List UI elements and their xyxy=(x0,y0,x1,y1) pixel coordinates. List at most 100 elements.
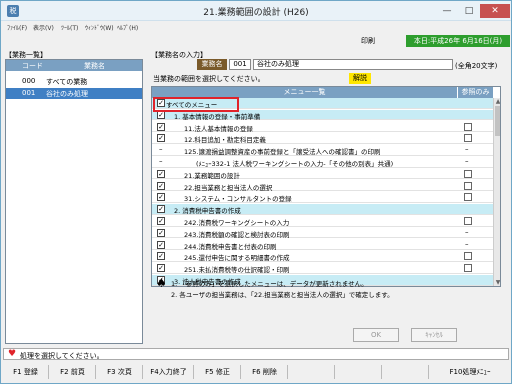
f10-process-menu-button[interactable]: F10処理ﾒﾆｭｰ xyxy=(430,365,510,379)
read-only-checkbox[interactable] xyxy=(464,193,472,202)
f4-input-end-button[interactable]: F4入力終了 xyxy=(144,365,194,379)
menu-row-checkbox[interactable]: ✓ xyxy=(157,264,165,273)
menu-row-checkbox[interactable]: ✓ xyxy=(157,122,165,131)
menu-row[interactable]: ✓ 12.科目追加・勘定科目定義 xyxy=(152,133,493,144)
menu-row[interactable]: ✓ 244.消費税申告書と付表の印刷 – xyxy=(152,240,493,251)
menu-row-label: 11.法人基本情報の登録 xyxy=(184,124,253,133)
read-only-checkbox[interactable] xyxy=(464,169,472,178)
close-button[interactable]: ✕ xyxy=(480,4,510,18)
business-list-header: コード 業務名 xyxy=(6,60,142,71)
business-row-selected[interactable]: 001 谷社のみ処理 xyxy=(6,88,142,99)
menu-window[interactable]: ｳｨﾝﾄﾞｳ(W) xyxy=(85,23,114,32)
annotation-highlight-box xyxy=(153,97,239,112)
menu-help[interactable]: ﾍﾙﾌﾟ(H) xyxy=(117,23,138,32)
menu-tools[interactable]: ﾂｰﾙ(T) xyxy=(61,23,78,32)
f3-next-page-button[interactable]: F3 次頁 xyxy=(97,365,143,379)
business-name-field[interactable]: 谷社のみ処理 xyxy=(253,59,453,70)
cancel-button[interactable]: ｷｬﾝｾﾙ xyxy=(411,328,457,342)
menu-row-label: 245.還付申告に関する明細書の作成 xyxy=(184,254,290,263)
scroll-up-icon[interactable]: ▲ xyxy=(494,98,500,106)
menu-row-checkbox[interactable]: ✓ xyxy=(157,193,165,202)
business-name: すべての業務 xyxy=(46,78,88,86)
menu-row-checkbox[interactable]: ✓ xyxy=(157,181,165,190)
menu-row-disabled-mark: – xyxy=(159,157,163,165)
print-button[interactable]: 印刷 xyxy=(361,36,375,46)
read-only-disabled-mark: – xyxy=(465,157,469,165)
menu-row-checkbox[interactable]: ✓ xyxy=(157,252,165,261)
read-only-checkbox[interactable] xyxy=(464,122,472,131)
menu-row-disabled-mark: – xyxy=(159,145,163,154)
col-ref-header: 参照のみ xyxy=(458,87,493,98)
menu-row-checkbox[interactable]: ✓ xyxy=(157,205,165,214)
f5-edit-button[interactable]: F5 修正 xyxy=(195,365,241,379)
col-name-header: 業務名 xyxy=(84,62,105,70)
f8-button[interactable] xyxy=(336,365,382,379)
business-row[interactable]: 000 すべての業務 xyxy=(6,76,142,87)
menu-row[interactable]: ✓ 11.法人基本情報の登録 xyxy=(152,122,493,133)
scroll-down-icon[interactable]: ▼ xyxy=(494,279,500,286)
char-limit-label: (全角20文字) xyxy=(455,62,498,70)
menu-view[interactable]: 表示(V) xyxy=(33,23,54,32)
scrollbar-thumb[interactable] xyxy=(495,106,500,136)
ok-button[interactable]: OK xyxy=(353,328,399,342)
window-title: 21.業務範囲の設計 (H26) xyxy=(203,8,309,18)
menu-row-label: 21.業務範囲の設計 xyxy=(184,171,240,180)
application-window: 税 21.業務範囲の設計 (H26) — □ ✕ ﾌｧｲﾙ(F) 表示(V) ﾂ… xyxy=(0,0,512,384)
business-code-field[interactable]: 001 xyxy=(229,59,251,70)
menu-row-checkbox[interactable]: ✓ xyxy=(157,217,165,225)
read-only-checkbox[interactable] xyxy=(464,181,472,190)
menu-row-label: 243.消費税額の確認と検討表の印刷 xyxy=(184,230,290,239)
menu-row[interactable]: ✓ 31.システム・コンサルタントの登録 xyxy=(152,192,493,203)
menu-row-label: 12.科目追加・勘定科目定義 xyxy=(184,136,266,145)
read-only-checkbox[interactable] xyxy=(464,134,472,143)
col-code-header: コード xyxy=(22,62,43,70)
spade-icon: ♠ xyxy=(156,276,167,290)
status-bar: ♥ 処理を選択してください。 xyxy=(3,348,509,360)
menu-row[interactable]: – 125.譲渡損益調整資産の事前登録と「譲受法人への確認書」の印刷 – xyxy=(152,145,493,156)
read-only-disabled-mark: – xyxy=(465,239,469,248)
menu-row[interactable]: ✓ 242.消費税ワーキングシートの入力 xyxy=(152,216,493,227)
instruction-text: 当業務の範囲を選択してください。 xyxy=(153,75,265,83)
title-bar: 税 21.業務範囲の設計 (H26) — □ ✕ xyxy=(1,1,511,21)
maximize-button[interactable]: □ xyxy=(459,4,479,18)
menu-list-table: メニュー一覧 参照のみ ✓ すべてのメニュー ✓ 1. 基本情報の登録・事前準備 ✓ 11… xyxy=(151,86,501,287)
menu-file[interactable]: ﾌｧｲﾙ(F) xyxy=(7,23,27,32)
minimize-button[interactable]: — xyxy=(437,4,457,18)
menu-row-label: (ﾒﾆｭｰ332-1 法人税ワーキングシートの入力-「その他の別表」共通) xyxy=(196,160,394,168)
read-only-checkbox[interactable] xyxy=(464,217,472,225)
read-only-checkbox[interactable] xyxy=(464,264,472,273)
f7-button[interactable] xyxy=(289,365,335,379)
business-name: 谷社のみ処理 xyxy=(46,90,88,98)
business-name-label: 業務名 xyxy=(197,59,227,70)
menu-row[interactable]: – (ﾒﾆｭｰ332-1 法人税ワーキングシートの入力-「その他の別表」共通) – xyxy=(152,157,493,168)
read-only-disabled-mark: – xyxy=(465,145,469,154)
menu-row-label: 22.担当業務と担当法人の選択 xyxy=(184,183,273,192)
date-display: 本日:平成26年 6月16日(月) xyxy=(406,35,510,47)
menu-row[interactable]: ✓ 22.担当業務と担当法人の選択 xyxy=(152,181,493,192)
status-text: 処理を選択してください。 xyxy=(20,352,104,360)
business-list: コード 業務名 000 すべての業務 001 谷社のみ処理 xyxy=(5,59,143,344)
menu-row-label: 251.未払消費税等の仕訳確認・印刷 xyxy=(184,266,290,275)
menu-row-checkbox[interactable]: ✓ xyxy=(157,134,165,143)
menu-row[interactable]: ✓ 243.消費税額の確認と検討表の印刷 – xyxy=(152,228,493,239)
help-button[interactable]: 解説 xyxy=(349,73,371,84)
f1-register-button[interactable]: F1 登録 xyxy=(3,365,49,379)
read-only-checkbox[interactable] xyxy=(464,252,472,261)
function-key-bar: F1 登録 F2 前頁 F3 次頁 F4入力終了 F5 修正 F6 削除 F10… xyxy=(1,363,511,381)
heart-icon: ♥ xyxy=(8,349,17,359)
menu-bar: ﾌｧｲﾙ(F) 表示(V) ﾂｰﾙ(T) ｳｨﾝﾄﾞｳ(W) ﾍﾙﾌﾟ(H) xyxy=(1,22,511,34)
menu-row-label: 2. 消費税申告書の作成 xyxy=(174,207,241,216)
business-code: 000 xyxy=(22,77,36,85)
vertical-scrollbar[interactable]: ▲ ▼ xyxy=(493,98,500,286)
f9-button[interactable] xyxy=(383,365,429,379)
menu-row[interactable]: ✓ 245.還付申告に関する明細書の作成 xyxy=(152,251,493,262)
menu-row-label: 242.消費税ワーキングシートの入力 xyxy=(184,219,290,227)
menu-row[interactable]: ✓ 251.未払消費税等の仕訳確認・印刷 xyxy=(152,263,493,274)
menu-row-checkbox[interactable]: ✓ xyxy=(157,228,165,237)
f6-delete-button[interactable]: F6 削除 xyxy=(242,365,288,379)
menu-row[interactable]: ✓ 2. 消費税申告書の作成 xyxy=(152,204,493,215)
menu-row-checkbox[interactable]: ✓ xyxy=(157,169,165,178)
f2-prev-page-button[interactable]: F2 前頁 xyxy=(50,365,96,379)
menu-row[interactable]: ✓ 21.業務範囲の設計 xyxy=(152,169,493,180)
menu-row-checkbox[interactable]: ✓ xyxy=(157,240,165,249)
